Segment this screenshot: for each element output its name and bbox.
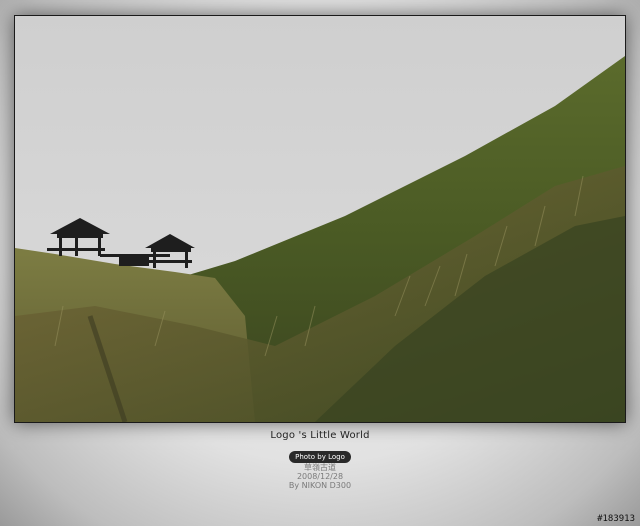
landscape-photo	[15, 16, 625, 422]
caption-camera: By NIKON D300	[288, 481, 352, 490]
caption-block: Logo 's Little World Photo by Logo 草嶺古道 …	[0, 426, 640, 490]
photo-frame	[14, 15, 626, 423]
caption-location: 草嶺古道	[304, 463, 336, 472]
photo-credit-badge: Photo by Logo	[289, 451, 351, 463]
caption-date: 2008/12/28	[296, 472, 344, 481]
image-id-watermark: #183913	[597, 514, 635, 524]
caption-title: Logo 's Little World	[270, 430, 370, 441]
